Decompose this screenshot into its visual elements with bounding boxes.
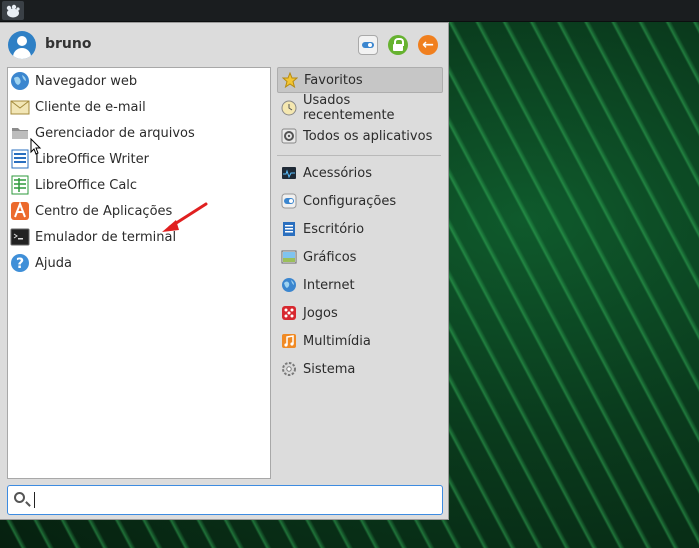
xfce-mouse-logo-icon (6, 4, 20, 17)
logout-arrow-icon: ← (422, 37, 434, 53)
fav-item-label: Ajuda (35, 255, 72, 271)
fav-item-label: Centro de Aplicações (35, 203, 173, 219)
fav-item-emulador-terminal[interactable]: Emulador de terminal (10, 225, 268, 249)
star-icon (281, 71, 299, 89)
user-avatar-icon (8, 31, 36, 59)
category-escritorio[interactable]: Escritório (277, 216, 443, 242)
libreoffice-writer-icon (10, 149, 30, 169)
fav-item-libreoffice-writer[interactable]: LibreOffice Writer (10, 147, 268, 171)
category-label: Multimídia (303, 333, 371, 349)
category-label: Gráficos (303, 249, 357, 265)
category-label: Escritório (303, 221, 365, 237)
favorites-list: Navegador web Cliente de e-mail Gerencia… (7, 67, 271, 479)
category-acessorios[interactable]: Acessórios (277, 160, 443, 186)
category-todos-aplicativos[interactable]: Todos os aplicativos (277, 123, 443, 149)
category-configuracoes[interactable]: Configurações (277, 188, 443, 214)
mouse-cursor-icon (30, 138, 42, 155)
whisker-menu-button[interactable] (2, 1, 24, 20)
accessories-monitor-icon (281, 165, 297, 181)
settings-button[interactable] (358, 35, 378, 55)
terminal-icon (10, 227, 30, 247)
fav-item-libreoffice-calc[interactable]: LibreOffice Calc (10, 173, 268, 197)
application-menu: bruno ← Navegador web Cliente de e-mail … (0, 22, 449, 520)
clock-icon (281, 100, 297, 116)
multimedia-music-icon (281, 333, 297, 349)
help-icon: ? (10, 253, 30, 273)
games-dice-icon (281, 305, 297, 321)
category-label: Todos os aplicativos (303, 128, 433, 144)
category-internet[interactable]: Internet (277, 272, 443, 298)
category-favoritos[interactable]: Favoritos (277, 67, 443, 93)
fav-item-label: LibreOffice Writer (35, 151, 149, 167)
fav-item-label: Emulador de terminal (35, 229, 177, 245)
search-input[interactable] (34, 490, 438, 512)
category-multimidia[interactable]: Multimídia (277, 328, 443, 354)
category-graficos[interactable]: Gráficos (277, 244, 443, 270)
annotation-arrow-icon (162, 202, 208, 232)
app-center-icon (10, 201, 30, 221)
gear-icon (281, 128, 297, 144)
svg-text:?: ? (16, 256, 24, 272)
category-label: Configurações (303, 193, 397, 209)
category-sistema[interactable]: Sistema (277, 356, 443, 382)
libreoffice-calc-icon (10, 175, 30, 195)
category-label: Favoritos (304, 72, 363, 88)
fav-item-ajuda[interactable]: ? Ajuda (10, 251, 268, 275)
search-box[interactable] (7, 485, 443, 515)
category-label: Usados recentemente (303, 93, 395, 123)
category-usados-recentemente[interactable]: Usados recentemente (277, 93, 443, 123)
category-label: Jogos (303, 305, 338, 321)
category-jogos[interactable]: Jogos (277, 300, 443, 326)
settings-toggle-icon (281, 193, 297, 209)
system-gear-icon (281, 361, 297, 377)
office-document-icon (281, 221, 297, 237)
category-label: Sistema (303, 361, 356, 377)
taskbar (0, 0, 699, 22)
graphics-image-icon (281, 249, 297, 265)
internet-globe-icon (281, 277, 297, 293)
search-icon (14, 492, 25, 503)
fav-item-centro-aplicacoes[interactable]: Centro de Aplicações (10, 199, 268, 223)
folder-icon (10, 123, 30, 143)
fav-item-cliente-email[interactable]: Cliente de e-mail (10, 95, 268, 119)
text-caret (34, 492, 35, 508)
lock-screen-button[interactable] (388, 35, 408, 55)
category-label: Internet (303, 277, 355, 293)
logout-button[interactable]: ← (418, 35, 438, 55)
fav-item-label: Gerenciador de arquivos (35, 125, 195, 141)
fav-item-label: Cliente de e-mail (35, 99, 146, 115)
fav-item-label: LibreOffice Calc (35, 177, 138, 193)
fav-item-label: Navegador web (35, 73, 138, 89)
category-separator (277, 155, 441, 156)
menu-header: bruno ← (0, 23, 449, 67)
categories-panel: Favoritos Usados recentemente Todos os a… (277, 67, 443, 479)
fav-item-gerenciador-arquivos[interactable]: Gerenciador de arquivos (10, 121, 268, 145)
username-label: bruno (45, 36, 92, 52)
web-browser-globe-icon (10, 71, 30, 91)
category-label: Acessórios (303, 165, 372, 181)
mail-envelope-icon (10, 97, 30, 117)
fav-item-navegador-web[interactable]: Navegador web (10, 69, 268, 93)
